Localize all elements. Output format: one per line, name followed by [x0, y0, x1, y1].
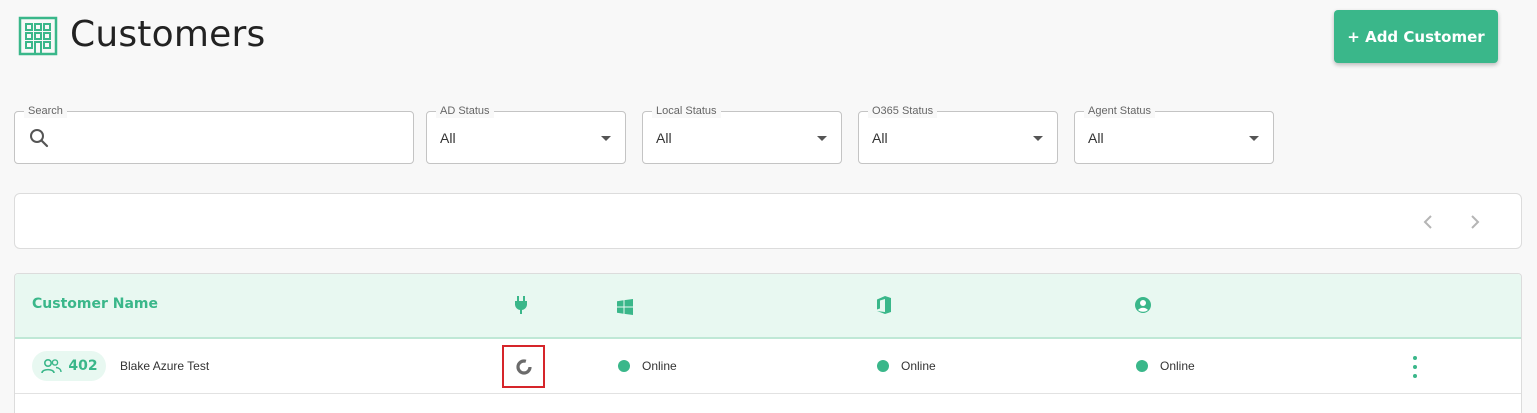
- next-page-button[interactable]: [1463, 210, 1487, 234]
- chevron-right-icon: [1471, 215, 1480, 229]
- caret-down-icon: [1249, 136, 1259, 141]
- agent-status-text: Online: [1160, 359, 1195, 373]
- search-field[interactable]: Search: [14, 104, 414, 164]
- customer-name[interactable]: Blake Azure Test: [120, 359, 209, 373]
- agent-status-label: Agent Status: [1084, 104, 1155, 118]
- user-count-badge[interactable]: 402: [32, 351, 106, 381]
- pagination-bar: [14, 193, 1522, 249]
- local-status-value: All: [656, 130, 672, 146]
- status-dot: [877, 360, 889, 372]
- o365-status-label: O365 Status: [868, 104, 938, 118]
- users-icon: [41, 358, 63, 374]
- caret-down-icon: [1033, 136, 1043, 141]
- kebab-dot: [1413, 365, 1417, 369]
- o365-status-value: All: [872, 130, 888, 146]
- office-status-text: Online: [901, 359, 936, 373]
- agent-status-value: All: [1088, 130, 1104, 146]
- kebab-dot: [1413, 356, 1417, 360]
- windows-icon: [617, 299, 633, 315]
- search-icon: [30, 129, 49, 148]
- customers-table: Customer Name 402 Blake Azure Test Onlin…: [14, 273, 1522, 413]
- previous-page-button[interactable]: [1416, 210, 1440, 234]
- windows-status-text: Online: [642, 359, 677, 373]
- column-customer-name[interactable]: Customer Name: [32, 296, 158, 312]
- row-menu-button[interactable]: [1408, 356, 1422, 378]
- page-header: Customers + Add Customer: [0, 0, 1537, 80]
- local-status-select[interactable]: Local Status All: [642, 104, 842, 164]
- building-icon: [18, 16, 58, 56]
- search-label: Search: [24, 104, 67, 118]
- status-dot: [1136, 360, 1148, 372]
- search-input[interactable]: [59, 122, 409, 154]
- office-status: Online: [877, 359, 936, 373]
- plug-icon: [515, 296, 527, 314]
- agent-status-select[interactable]: Agent Status All: [1074, 104, 1274, 164]
- status-dot: [618, 360, 630, 372]
- kebab-dot: [1413, 374, 1417, 378]
- o365-status-select[interactable]: O365 Status All: [858, 104, 1058, 164]
- ad-status-select[interactable]: AD Status All: [426, 104, 626, 164]
- table-header: Customer Name: [15, 274, 1521, 339]
- chevron-left-icon: [1423, 215, 1432, 229]
- plug-status-cell[interactable]: [502, 345, 545, 388]
- agent-status: Online: [1136, 359, 1195, 373]
- page-title: Customers: [70, 14, 266, 55]
- local-status-label: Local Status: [652, 104, 721, 118]
- ad-status-label: AD Status: [436, 104, 494, 118]
- loading-spinner-icon: [515, 358, 532, 375]
- table-row[interactable]: 402 Blake Azure Test Online Online Onlin…: [15, 339, 1521, 394]
- ad-status-value: All: [440, 130, 456, 146]
- add-customer-button[interactable]: + Add Customer: [1334, 10, 1498, 63]
- office-icon: [877, 296, 891, 314]
- caret-down-icon: [601, 136, 611, 141]
- windows-status: Online: [618, 359, 677, 373]
- caret-down-icon: [817, 136, 827, 141]
- user-count: 402: [68, 358, 98, 374]
- user-circle-icon: [1135, 297, 1151, 313]
